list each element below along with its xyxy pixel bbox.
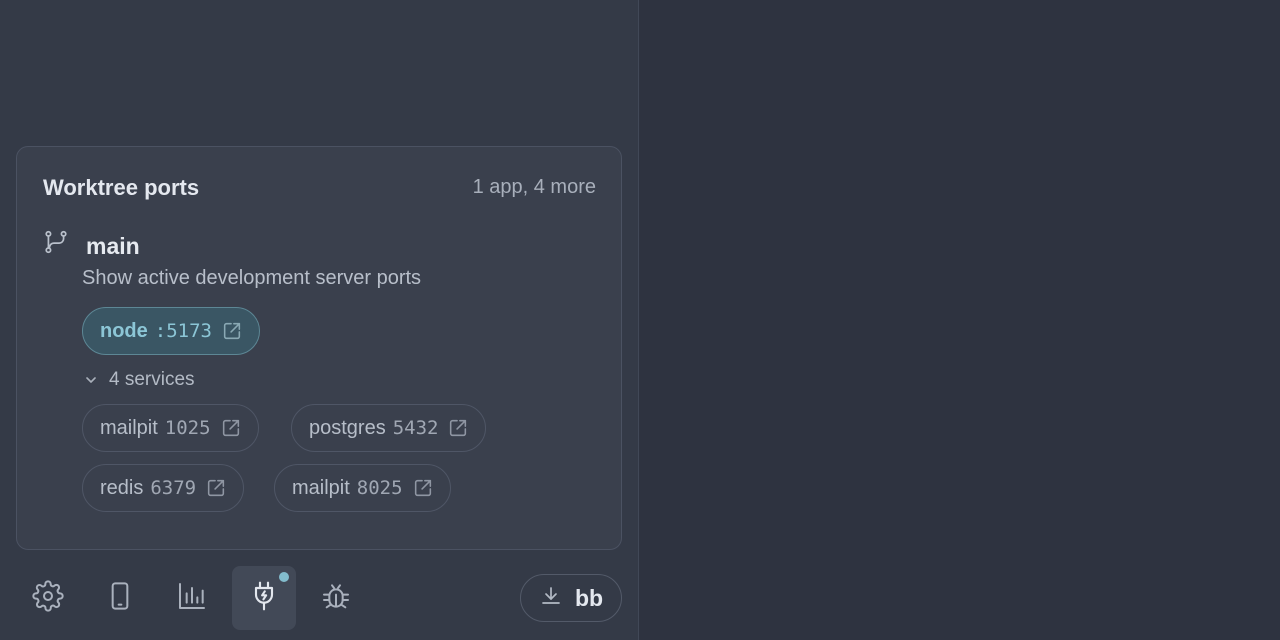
service-name: redis: [100, 476, 144, 499]
external-link-icon: [221, 320, 243, 342]
branch-description: Show active development server ports: [82, 267, 422, 289]
download-button[interactable]: bb: [520, 574, 622, 622]
service-name: mailpit: [292, 476, 350, 499]
services-count-label: 4 services: [109, 369, 195, 390]
app-name: node: [100, 319, 148, 342]
service-name: postgres: [309, 416, 386, 439]
panel-title: Worktree ports: [43, 175, 200, 200]
debug-button[interactable]: [304, 566, 368, 630]
plug-icon: [248, 580, 280, 617]
app-port: :5173: [154, 320, 212, 342]
service-port: 1025: [164, 417, 211, 439]
service-name: mailpit: [100, 416, 158, 439]
settings-button[interactable]: [16, 566, 80, 630]
bug-icon: [320, 580, 352, 617]
service-port: 6379: [150, 477, 197, 499]
download-icon: [539, 584, 563, 613]
service-pill-mailpit-1025[interactable]: mailpit 1025: [82, 404, 259, 452]
panel-summary: 1 app, 4 more: [472, 176, 596, 198]
gear-icon: [32, 579, 64, 617]
services-toggle[interactable]: 4 services: [83, 369, 195, 391]
git-branch-icon: [43, 229, 69, 255]
external-link-icon: [220, 417, 242, 439]
chevron-down-icon: [83, 372, 99, 388]
main-content-area: [640, 0, 1280, 640]
service-port: 5432: [392, 417, 439, 439]
notification-dot: [277, 570, 291, 584]
external-link-icon: [412, 477, 434, 499]
app-port-pill-node[interactable]: node :5173: [82, 307, 260, 355]
ports-button[interactable]: [232, 566, 296, 630]
service-pill-postgres-5432[interactable]: postgres 5432: [291, 404, 487, 452]
service-pill-mailpit-8025[interactable]: mailpit 8025: [274, 464, 451, 512]
stats-button[interactable]: [160, 566, 224, 630]
device-button[interactable]: [88, 566, 152, 630]
external-link-icon: [205, 477, 227, 499]
smartphone-icon: [104, 580, 136, 617]
bar-chart-icon: [176, 580, 208, 617]
service-pill-redis-6379[interactable]: redis 6379: [82, 464, 245, 512]
sidebar: Worktree ports 1 app, 4 more main Show a…: [0, 0, 639, 640]
service-port: 8025: [356, 477, 403, 499]
branch-name: main: [86, 233, 140, 259]
external-link-icon: [447, 417, 469, 439]
download-label: bb: [574, 584, 604, 611]
worktree-ports-card: Worktree ports 1 app, 4 more main Show a…: [16, 146, 622, 550]
